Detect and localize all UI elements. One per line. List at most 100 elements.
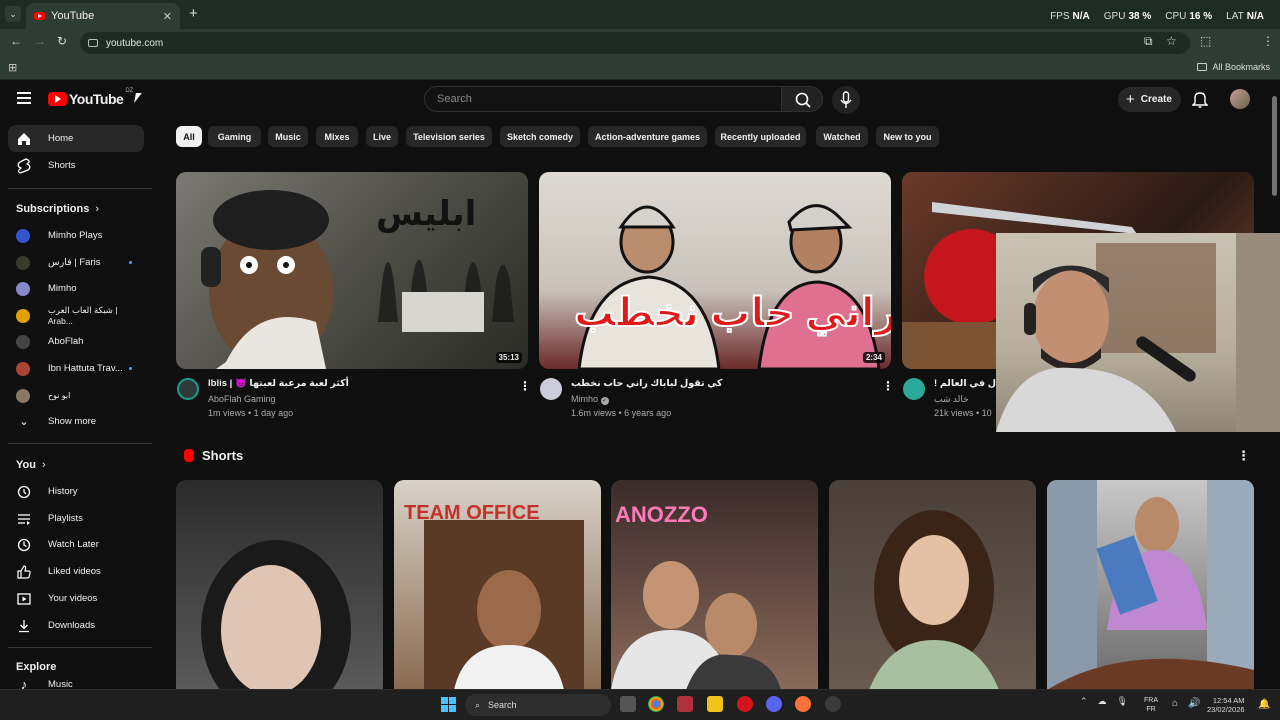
sidebar-item-label: Your videos <box>48 593 98 604</box>
chip-live[interactable]: Live <box>366 126 398 147</box>
sidebar-item-liked-videos[interactable]: Liked videos <box>8 558 144 585</box>
chip-all[interactable]: All <box>176 126 202 147</box>
subscription-item[interactable]: Mimho <box>8 275 144 302</box>
home-icon <box>16 131 32 147</box>
channel-avatar <box>16 388 30 403</box>
chip-watched[interactable]: Watched <box>816 126 868 147</box>
video-channel-name[interactable]: AboFlah Gaming <box>208 394 276 404</box>
sidebar-item-music[interactable]: ♪ Music <box>8 679 144 689</box>
chip-television-series[interactable]: Television series <box>406 126 492 147</box>
video-thumbnail[interactable]: ابليس 35:13 <box>176 172 528 369</box>
sidebar-item-playlists[interactable]: Playlists <box>8 505 144 532</box>
discord-icon[interactable] <box>766 696 782 712</box>
search-input[interactable]: Search <box>424 86 782 112</box>
browser-menu-icon[interactable]: ⋮ <box>1262 34 1274 48</box>
site-info-icon[interactable] <box>88 39 98 47</box>
video-channel-name[interactable]: Mimho ✓ <box>571 394 609 405</box>
steam-icon[interactable] <box>825 696 841 712</box>
scrollbar-thumb[interactable] <box>1272 96 1277 196</box>
video-title[interactable]: ! ع المعال في العالم <box>934 378 996 389</box>
forward-arrow-icon[interactable]: → <box>34 34 46 48</box>
create-button[interactable]: + Create <box>1118 87 1181 112</box>
sidebar-item-watch-later[interactable]: Watch Later <box>8 531 144 558</box>
reload-icon[interactable]: ↻ <box>57 34 67 48</box>
chip-new-to-you[interactable]: New to you <box>876 126 939 147</box>
show-more-button[interactable]: ⌄ Show more <box>8 408 144 435</box>
sidebar-item-your-videos[interactable]: Your videos <box>8 585 144 612</box>
channel-avatar[interactable] <box>177 378 199 400</box>
youtube-logo[interactable]: YouTube DZ <box>48 88 133 107</box>
tab-search-button[interactable]: ⌄ <box>5 6 21 22</box>
new-tab-button[interactable]: + <box>189 5 198 22</box>
bookmark-star-icon[interactable]: ☆ <box>1166 34 1177 48</box>
show-hidden-icons-icon[interactable]: ⌃ <box>1080 696 1088 707</box>
windows-start-icon[interactable] <box>441 697 456 712</box>
you-heading[interactable]: You › <box>16 459 46 471</box>
channel-avatar[interactable] <box>540 378 562 400</box>
voice-search-button[interactable] <box>832 86 860 114</box>
sidebar-item-home[interactable]: Home <box>8 125 144 152</box>
chip-music[interactable]: Music <box>268 126 308 147</box>
video-thumbnail[interactable]: راني حاب نخطب 2:34 <box>539 172 891 369</box>
address-bar[interactable]: youtube.com <box>80 32 1190 54</box>
task-view-icon[interactable] <box>620 696 636 712</box>
chip-recently-uploaded[interactable]: Recently uploaded <box>715 126 806 147</box>
sidebar-item-downloads[interactable]: Downloads <box>8 612 144 639</box>
apps-grid-icon[interactable]: ⊞ <box>8 61 17 74</box>
all-bookmarks-button[interactable]: All Bookmarks <box>1197 62 1270 72</box>
short-thumbnail[interactable] <box>1047 480 1254 690</box>
chip-gaming[interactable]: Gaming <box>208 126 261 147</box>
video-title[interactable]: كي تقول لباباك راني حاب نخطب <box>571 378 722 389</box>
short-overlay-text: TEAM OFFICE <box>404 502 540 524</box>
subscription-item[interactable]: Ibn Hattuta Trav... <box>8 355 144 382</box>
language-indicator[interactable]: FRA FR <box>1144 696 1158 714</box>
notification-center-icon[interactable]: 🔔 <box>1258 699 1270 710</box>
more-actions-icon[interactable]: ⋮ <box>519 379 531 393</box>
channel-avatar <box>16 228 30 243</box>
video-channel-name[interactable]: خالد شب <box>934 394 996 405</box>
short-thumbnail[interactable]: TEAM OFFICE <box>394 480 601 690</box>
browser-tab[interactable]: YouTube ✕ <box>26 3 180 29</box>
subscription-item[interactable]: شبكة العاب العرب | Arab... <box>8 302 144 329</box>
network-icon[interactable]: ☁ <box>1098 696 1107 707</box>
video-title[interactable]: Iblis | 👿 أكثر لعبة مرعبة لعبتها <box>208 378 349 389</box>
extensions-icon[interactable]: ⬚ <box>1200 34 1211 48</box>
more-actions-icon[interactable]: ⋮ <box>882 379 894 393</box>
search-button[interactable] <box>781 86 823 112</box>
firefox-icon[interactable] <box>795 696 811 712</box>
taskbar-clock[interactable]: 12:54 AM 23/02/2026 <box>1207 696 1245 714</box>
account-avatar[interactable] <box>1230 89 1250 109</box>
chevron-down-icon: ⌄ <box>19 416 29 428</box>
guide-sidebar: Home Shorts Subscriptions › Mimho Plays ف… <box>0 119 154 689</box>
chip-action-adventure-games[interactable]: Action-adventure games <box>588 126 707 147</box>
subscription-item[interactable]: Mimho Plays <box>8 222 144 249</box>
subscriptions-heading[interactable]: Subscriptions › <box>16 203 99 215</box>
notifications-bell-icon[interactable] <box>1191 90 1209 113</box>
short-thumbnail[interactable] <box>829 480 1036 690</box>
sidebar-item-shorts[interactable]: Shorts <box>8 152 144 179</box>
taskbar-search-box[interactable]: ⌕ Search <box>465 694 611 716</box>
volume-icon[interactable]: 🔊 <box>1188 698 1200 709</box>
short-thumbnail[interactable] <box>176 480 383 690</box>
subscription-item[interactable]: AboFlah <box>8 328 144 355</box>
install-app-icon[interactable]: ⧉ <box>1144 34 1153 49</box>
chrome-icon[interactable] <box>648 696 664 712</box>
chip-sketch-comedy[interactable]: Sketch comedy <box>500 126 580 147</box>
chip-mixes[interactable]: Mixes <box>316 126 358 147</box>
tab-close-button[interactable]: ✕ <box>163 10 172 23</box>
file-explorer-icon[interactable] <box>707 696 723 712</box>
subscription-label: Mimho <box>48 283 77 294</box>
microphone-icon[interactable]: 🎙 <box>1117 696 1128 707</box>
guide-menu-icon[interactable] <box>17 92 31 107</box>
opera-icon[interactable] <box>737 696 753 712</box>
bookmarks-bar: ⊞ All Bookmarks <box>0 55 1280 80</box>
snipping-tool-icon[interactable] <box>677 696 693 712</box>
subscription-item[interactable]: ابو نوح <box>8 382 144 409</box>
subscription-item[interactable]: فارس | Faris <box>8 249 144 276</box>
channel-avatar[interactable] <box>903 378 925 400</box>
shorts-more-actions-icon[interactable]: ⋮ <box>1237 448 1250 464</box>
back-arrow-icon[interactable]: ← <box>10 34 22 48</box>
sidebar-item-history[interactable]: History <box>8 478 144 505</box>
wifi-icon[interactable]: ⌂ <box>1172 698 1178 709</box>
short-thumbnail[interactable]: ANOZZO <box>611 480 818 690</box>
